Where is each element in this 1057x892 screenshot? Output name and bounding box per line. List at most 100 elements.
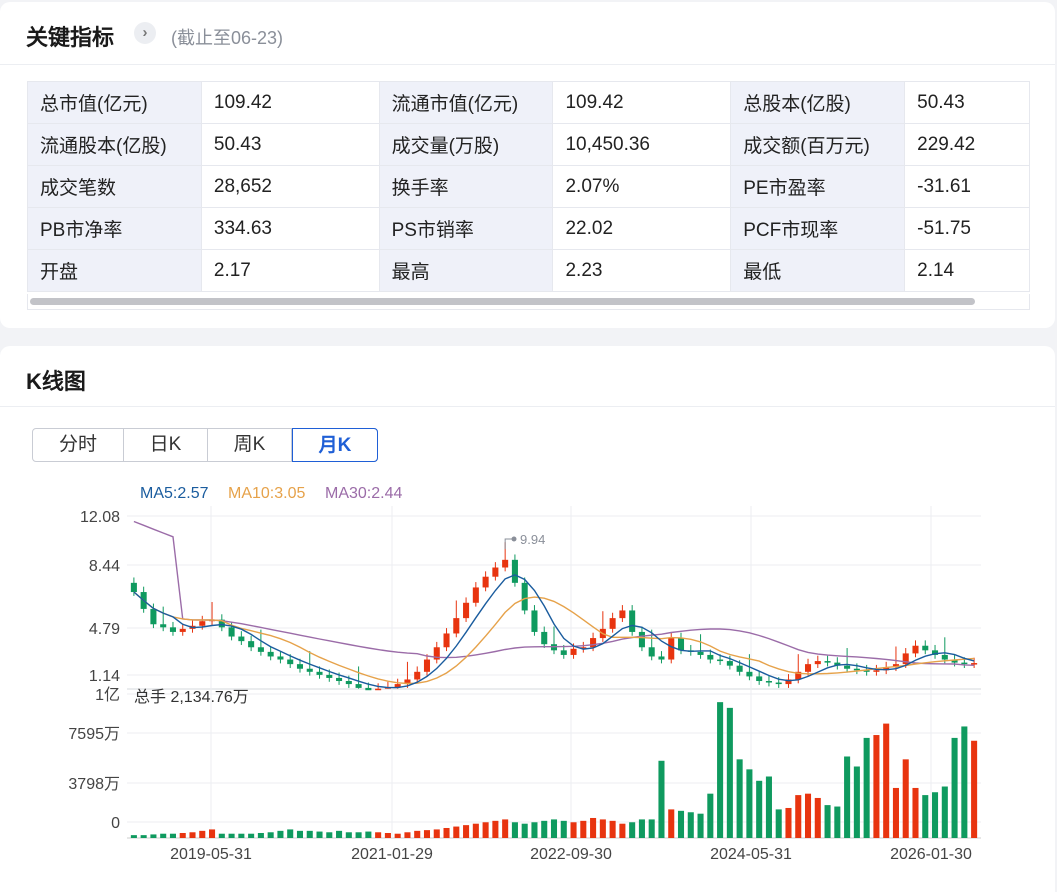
candle-body — [941, 654, 948, 660]
candle-body — [570, 648, 577, 655]
volume-bar — [453, 826, 460, 838]
volume-bar — [169, 833, 176, 838]
candle-body — [345, 681, 352, 685]
ma30-legend: MA30:2.44 — [325, 485, 402, 502]
volume-bar — [521, 823, 528, 838]
candle-body — [179, 628, 186, 632]
volume-bar — [463, 825, 470, 838]
metrics-table: 总市值(亿元) 109.42 流通市值(亿元) 109.42 总股本(亿股) 50.43 流… — [27, 81, 1030, 292]
candle-body — [658, 656, 665, 660]
volume-bar — [267, 832, 274, 838]
horizontal-scrollbar[interactable] — [30, 298, 975, 305]
volume-bar — [648, 819, 655, 838]
candle-body — [609, 618, 616, 629]
volume-bar — [394, 833, 401, 838]
metric-value: 28,652 — [200, 165, 380, 208]
kline-chart[interactable]: 12.08 8.44 4.79 1.141亿 7595万 3798万 0 2019-05-31… — [0, 346, 1057, 892]
volume-bar — [384, 832, 391, 838]
volume-bar — [326, 832, 333, 838]
volume-bar — [218, 833, 225, 838]
x-tick-label: 2019-05-31 — [170, 846, 252, 863]
volume-bar — [160, 833, 167, 838]
candle-body — [765, 681, 772, 683]
volume-bar — [550, 819, 558, 838]
volume-bar — [287, 829, 294, 838]
volume-bar — [345, 832, 352, 838]
metric-label: 流通市值(亿元) — [378, 81, 554, 124]
candle-body — [873, 670, 880, 672]
volume-bar — [638, 819, 645, 838]
volume-bar — [502, 819, 509, 838]
candle-body — [756, 676, 763, 682]
candle-body — [619, 610, 626, 619]
metric-label: PCF市现率 — [730, 207, 906, 250]
candle-body — [961, 662, 968, 665]
candle-body — [502, 559, 509, 568]
metric-value: 334.63 — [200, 207, 380, 250]
candle-body — [228, 627, 235, 637]
volume-bar — [726, 707, 733, 838]
candle-body — [306, 668, 313, 672]
volume-bar — [834, 806, 841, 838]
volume-bar — [248, 833, 255, 838]
candle-body — [912, 645, 919, 654]
volume-bar — [609, 820, 616, 838]
chevron-right-icon[interactable]: › — [134, 22, 156, 44]
volume-bar — [668, 809, 675, 838]
candle-body — [130, 582, 137, 593]
metrics-row: PB市净率 334.63 PS市销率 22.02 PCF市现率 -51.75 — [27, 207, 1030, 250]
volume-bar — [336, 830, 343, 838]
candle-body — [326, 674, 333, 678]
volume-bar — [863, 737, 870, 838]
volume-bar — [844, 756, 851, 838]
volume-bar — [717, 702, 724, 838]
metric-value: 2.23 — [552, 249, 732, 292]
metrics-row: 流通股本(亿股) 50.43 成交量(万股) 10,450.36 成交额(百万元) 229… — [27, 123, 1030, 166]
volume-bar — [541, 820, 548, 838]
volume-bar — [189, 832, 196, 838]
volume-bar — [472, 823, 479, 838]
volume-bar — [375, 832, 382, 838]
volume-bar — [677, 810, 685, 838]
volume-bar — [531, 822, 538, 838]
volume-bar — [560, 820, 567, 838]
volume-bar — [814, 797, 821, 838]
volume-bar — [443, 827, 450, 838]
metric-label: 最低 — [730, 249, 906, 292]
metric-value: 22.02 — [552, 207, 732, 250]
metrics-row: 开盘 2.17 最高 2.23 最低 2.14 — [27, 249, 1030, 292]
candle-body — [199, 621, 206, 626]
volume-bar — [785, 807, 792, 838]
volume-bar — [922, 795, 929, 838]
metric-value: -31.61 — [904, 165, 1030, 208]
volume-bar — [941, 786, 948, 838]
price-tick-label: 12.08 — [80, 509, 120, 526]
metric-value: 2.07% — [552, 165, 732, 208]
volume-bar — [775, 809, 782, 838]
metric-label: PS市销率 — [378, 207, 554, 250]
metric-label: 成交额(百万元) — [730, 123, 906, 166]
candle-body — [697, 651, 704, 655]
candle-body — [560, 650, 567, 655]
metric-label: 最高 — [378, 249, 554, 292]
candle-body — [629, 610, 636, 632]
x-tick-label: 2024-05-31 — [710, 846, 792, 863]
metric-label: 成交笔数 — [27, 165, 202, 208]
metric-value: 10,450.36 — [552, 123, 732, 166]
candle-body — [541, 631, 548, 645]
metric-value: 2.14 — [904, 249, 1030, 292]
volume-bar — [873, 735, 880, 838]
candle-body — [169, 627, 176, 632]
candle-body — [707, 654, 714, 660]
candle-body — [746, 671, 753, 677]
volume-bar — [140, 835, 147, 838]
volume-bar — [316, 831, 323, 838]
candle-body — [531, 610, 538, 632]
volume-bar — [492, 820, 499, 838]
volume-tick-label: 0 — [111, 815, 120, 832]
metric-value: 229.42 — [904, 123, 1030, 166]
candle-body — [648, 647, 655, 657]
volume-bar — [883, 723, 890, 838]
candle-body — [775, 682, 782, 685]
metric-value: 109.42 — [552, 81, 732, 124]
